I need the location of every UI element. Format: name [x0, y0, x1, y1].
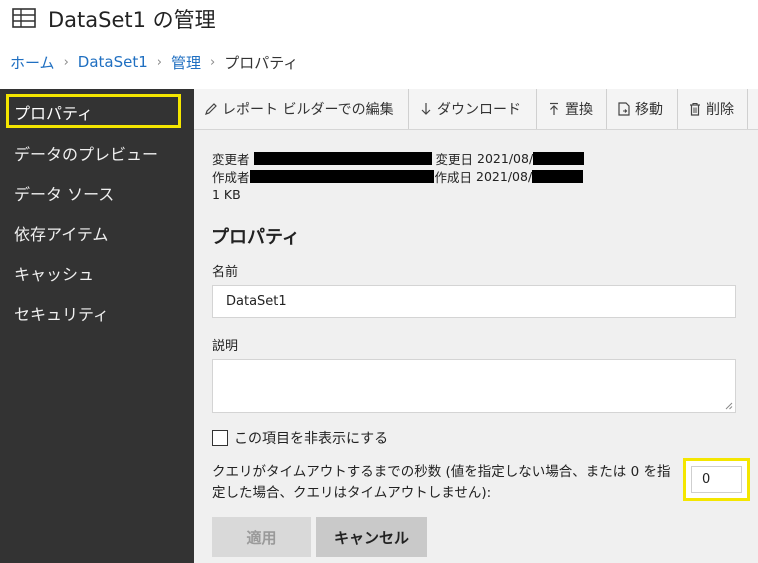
dataset-table-icon — [12, 8, 36, 28]
download-button[interactable]: ダウンロード — [409, 89, 537, 129]
delete-button[interactable]: 削除 — [678, 89, 748, 129]
download-button-label: ダウンロード — [437, 102, 521, 118]
created-date-value: 2021/08/ — [476, 168, 533, 184]
created-by-label: 作成者 — [212, 169, 250, 185]
name-label: 名前 — [212, 265, 239, 280]
sidebar: プロパティ データのプレビュー データ ソース 依存アイテム キャッシュ セキュ… — [0, 89, 194, 563]
breadcrumb: ホーム › DataSet1 › 管理 › プロパティ — [10, 51, 298, 73]
trash-icon — [690, 102, 700, 116]
redacted-modified-date — [533, 151, 585, 165]
pencil-icon — [205, 103, 217, 115]
name-input[interactable]: DataSet1 — [212, 285, 736, 318]
created-info: 作成者 作成日 2021/08/ — [212, 168, 584, 185]
move-button-label: 移動 — [635, 102, 663, 118]
resize-grip-icon[interactable] — [725, 402, 733, 410]
section-title: プロパティ — [211, 227, 300, 248]
replace-button[interactable]: 置換 — [537, 89, 607, 129]
replace-button-label: 置換 — [565, 102, 593, 118]
edit-in-report-builder-button[interactable]: レポート ビルダーでの編集 — [194, 89, 409, 129]
sidebar-item-properties[interactable]: プロパティ — [6, 94, 181, 128]
breadcrumb-home-link[interactable]: ホーム — [10, 52, 55, 73]
breadcrumb-current: プロパティ — [224, 53, 299, 72]
breadcrumb-manage-link[interactable]: 管理 — [171, 52, 201, 73]
move-button[interactable]: 移動 — [607, 89, 678, 129]
sidebar-item-dependent-items[interactable]: 依存アイテム — [14, 221, 108, 245]
description-textarea[interactable] — [212, 359, 736, 413]
hide-item-row[interactable]: この項目を非表示にする — [212, 428, 388, 448]
chevron-right-icon: › — [63, 54, 69, 70]
move-icon — [618, 102, 630, 116]
modified-date-value: 2021/08/ — [477, 150, 534, 166]
timeout-input[interactable]: 0 — [691, 466, 742, 493]
redacted-created-by — [249, 169, 434, 183]
edit-button-label: レポート ビルダーでの編集 — [222, 102, 394, 118]
chevron-right-icon: › — [156, 54, 162, 70]
description-label: 説明 — [212, 339, 239, 354]
timeout-highlight: 0 — [683, 458, 750, 501]
hide-item-label: この項目を非表示にする — [234, 431, 389, 447]
chevron-right-icon: › — [209, 54, 216, 70]
breadcrumb-dataset-link[interactable]: DataSet1 — [78, 53, 148, 71]
main-content: レポート ビルダーでの編集 ダウンロード 置換 移動 削除 変更者 変更日 20… — [194, 89, 758, 563]
delete-button-label: 削除 — [706, 102, 734, 118]
apply-button[interactable]: 適用 — [212, 517, 311, 557]
title-bar: DataSet1 の管理 — [0, 0, 758, 42]
page-title: DataSet1 の管理 — [48, 8, 216, 32]
toolbar: レポート ビルダーでの編集 ダウンロード 置換 移動 削除 — [194, 89, 758, 130]
cancel-button[interactable]: キャンセル — [316, 517, 427, 557]
modified-by-label: 変更者 — [212, 151, 250, 167]
modified-info: 変更者 変更日 2021/08/ — [212, 150, 585, 167]
sidebar-item-security[interactable]: セキュリティ — [14, 301, 109, 325]
sidebar-item-cache[interactable]: キャッシュ — [14, 261, 94, 285]
sidebar-item-data-preview[interactable]: データのプレビュー — [14, 141, 158, 165]
download-arrow-icon — [421, 103, 431, 115]
created-date-label: 作成日 — [434, 169, 473, 185]
file-size: 1 KB — [212, 186, 241, 202]
modified-date-label: 変更日 — [435, 151, 474, 167]
timeout-label: クエリがタイムアウトするまでの秒数 (値を指定しない場合、または 0 を指定した… — [212, 464, 671, 501]
sidebar-item-data-source[interactable]: データ ソース — [14, 181, 114, 205]
redacted-modified-by — [253, 151, 432, 165]
redacted-created-date — [532, 169, 584, 183]
upload-arrow-icon — [550, 102, 558, 115]
hide-item-checkbox[interactable] — [212, 430, 228, 446]
